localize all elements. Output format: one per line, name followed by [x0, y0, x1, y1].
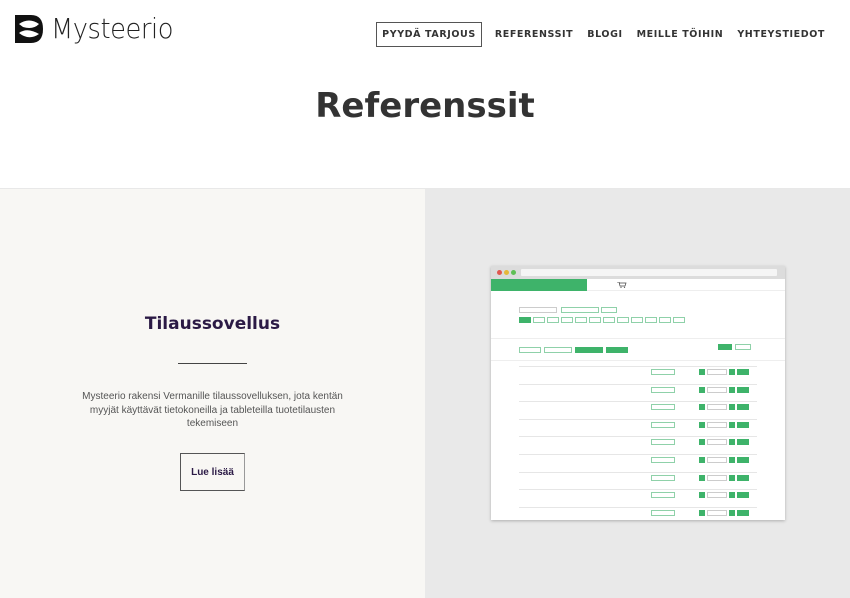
screenshot-filter-area	[491, 291, 785, 339]
screenshot-product-list	[491, 361, 785, 520]
case-description: Mysteerio rakensi Vermanille tilaussovel…	[82, 391, 343, 429]
case-divider	[178, 363, 247, 364]
screenshot-action-bar	[491, 339, 785, 361]
site-header: Mysteerio PYYDÄ TARJOUS REFERENSSIT BLOG…	[0, 0, 850, 70]
mysteerio-logo-icon	[15, 14, 43, 43]
screenshot-browser-bar	[491, 266, 785, 279]
app-screenshot-image	[491, 266, 785, 520]
nav-item-meille-toihin[interactable]: MEILLE TÖIHIN	[630, 29, 731, 40]
case-study-text-panel: Tilaussovellus Mysteerio rakensi Vermani…	[0, 189, 425, 598]
nav-item-blogi[interactable]: BLOGI	[580, 29, 629, 40]
nav-item-yhteystiedot[interactable]: YHTEYSTIEDOT	[730, 29, 832, 40]
page-title: Referenssit	[315, 86, 535, 126]
nav-request-quote-button[interactable]: PYYDÄ TARJOUS	[376, 22, 482, 47]
screenshot-app-nav	[491, 278, 785, 291]
logo[interactable]: Mysteerio	[13, 12, 184, 45]
read-more-button[interactable]: Lue lisää	[180, 453, 245, 491]
case-title: Tilaussovellus	[144, 314, 281, 334]
cart-icon	[617, 281, 627, 288]
main-nav: PYYDÄ TARJOUS REFERENSSIT BLOGI MEILLE T…	[376, 22, 832, 47]
nav-item-referenssit[interactable]: REFERENSSIT	[488, 29, 580, 40]
logo-text: Mysteerio	[51, 12, 174, 45]
panel-arrow	[393, 339, 425, 445]
